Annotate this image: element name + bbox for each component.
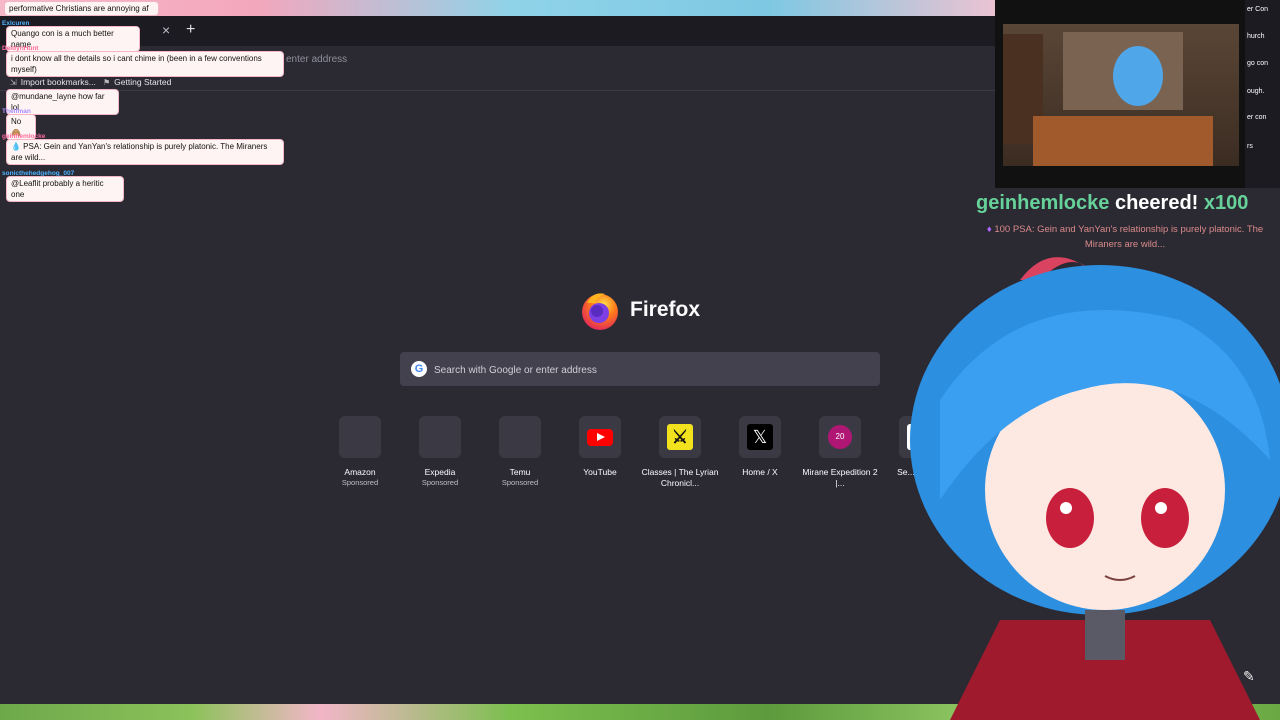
shortcut-amazon[interactable]: Amazon Sponsored	[320, 416, 400, 488]
new-tab-button[interactable]: +	[186, 21, 195, 39]
google-icon: G	[411, 361, 427, 377]
expedia-tile-icon	[419, 416, 461, 458]
import-icon: ⇲	[10, 78, 17, 87]
crossed-swords-icon: ⚔	[667, 424, 693, 450]
shortcut-temu[interactable]: Temu Sponsored	[480, 416, 560, 488]
stream-cam-panel	[995, 0, 1245, 188]
browser-tab-bar	[0, 16, 995, 46]
pencil-icon: ✎	[1243, 668, 1255, 684]
bookmark-import[interactable]: ⇲ Import bookmarks...	[10, 77, 96, 87]
shortcut-x[interactable]: 𝕏 Home / X	[720, 416, 800, 478]
cheer-alert-title: geinhemlocke cheered! x100	[976, 192, 1249, 214]
tab-close-icon[interactable]: ×	[162, 22, 170, 38]
search-input[interactable]	[432, 352, 876, 388]
d20-icon: 20	[828, 425, 852, 449]
firefox-small-icon: ⚑	[103, 78, 111, 87]
bits-gem-icon: ♦	[986, 224, 992, 235]
cheer-amount: x100	[1203, 192, 1249, 214]
x-logo-icon: 𝕏	[747, 424, 773, 450]
cam-scene-image	[1003, 24, 1239, 166]
firefox-logo-icon	[582, 293, 618, 330]
shortcut-mirane-expedition[interactable]: 20 Mirane Expedition 2 |...	[800, 416, 880, 489]
bookmark-getting-started[interactable]: ⚑ Getting Started	[103, 77, 171, 87]
cheer-username: geinhemlocke	[976, 192, 1110, 214]
vtuber-avatar-image	[910, 257, 1280, 720]
chibi-character-image	[1113, 46, 1163, 106]
chat-message: performative Christians are annoying af	[4, 1, 159, 16]
url-bar[interactable]: enter address	[286, 54, 347, 65]
shortcut-youtube[interactable]: YouTube	[560, 416, 640, 478]
chat-message: 💧 PSA: Gein and YanYan's relationship is…	[6, 139, 284, 165]
firefox-wordmark: Firefox	[630, 298, 701, 321]
amazon-tile-icon	[339, 416, 381, 458]
youtube-icon	[587, 429, 613, 446]
newtab-search-box[interactable]: G	[400, 352, 880, 388]
temu-tile-icon	[499, 416, 541, 458]
chat-message: i dont know all the details so i cant ch…	[6, 51, 284, 77]
shortcut-expedia[interactable]: Expedia Sponsored	[400, 416, 480, 488]
chat-message: @Leaflit probably a heritic one	[6, 176, 124, 202]
shortcut-lyrian-classes[interactable]: ⚔ Classes | The Lyrian Chronicl...	[640, 416, 720, 489]
